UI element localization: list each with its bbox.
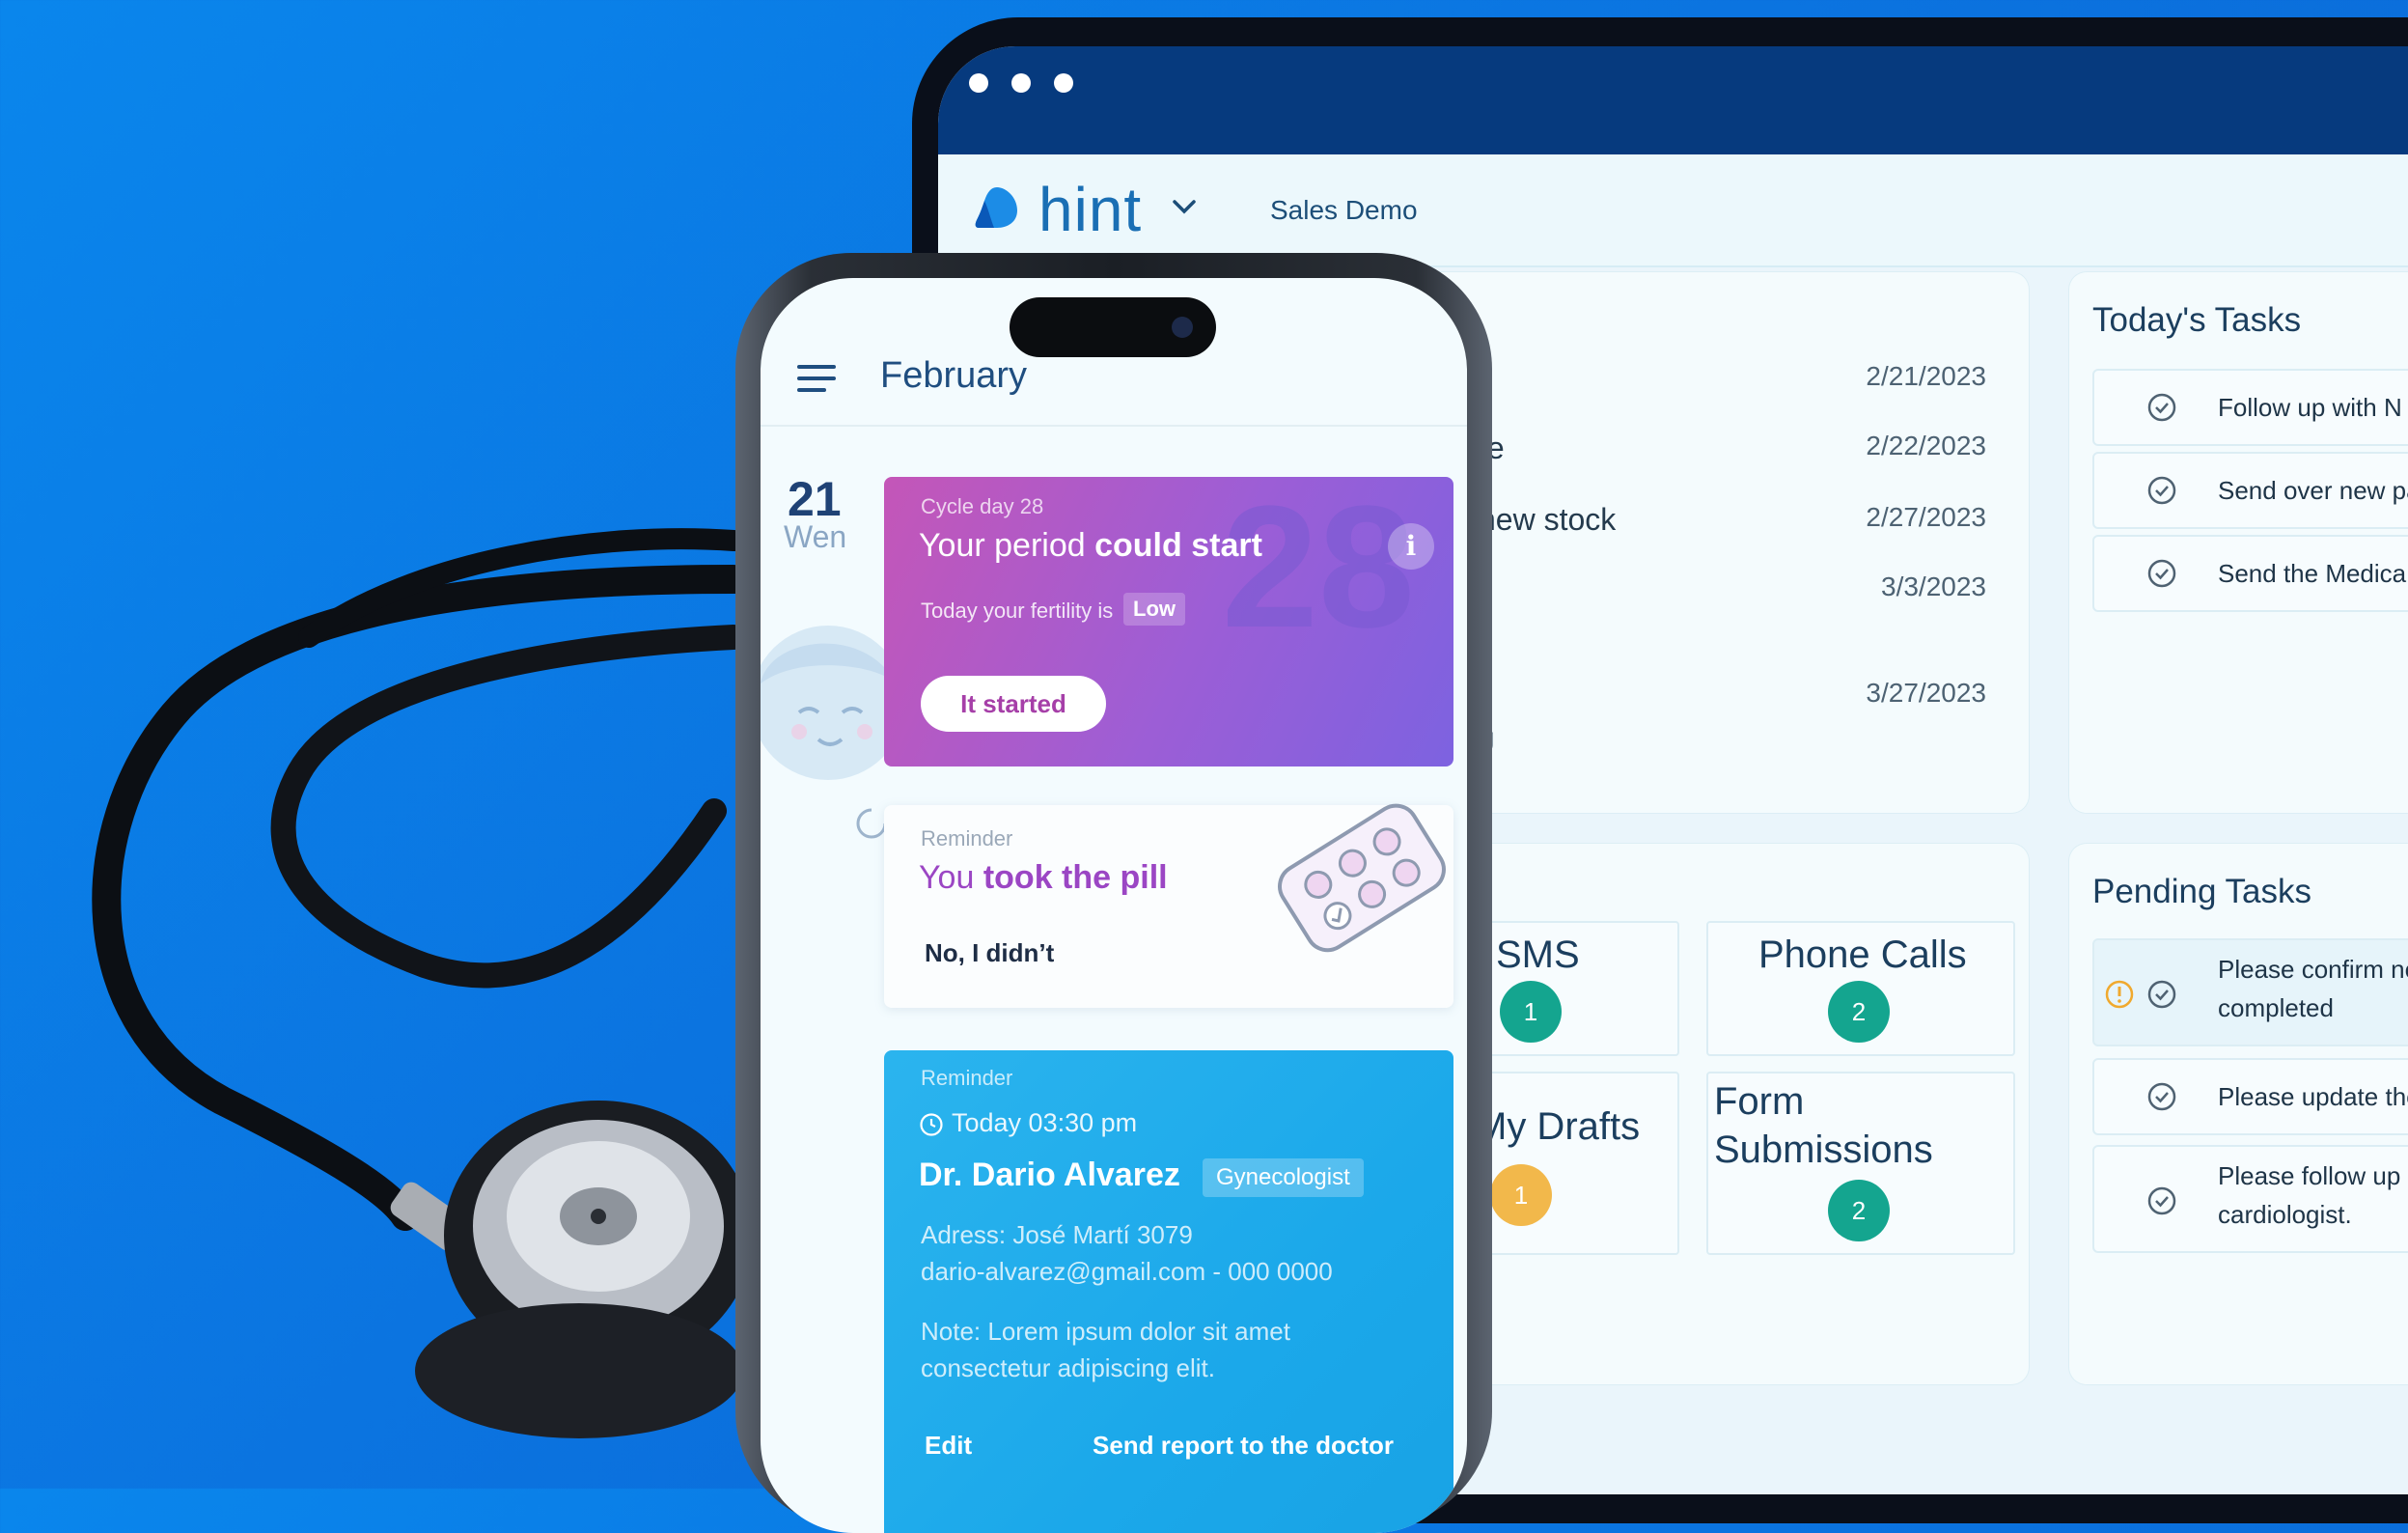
headline-bold: could start xyxy=(1094,527,1262,564)
camera-icon xyxy=(1172,317,1193,338)
doctor-contact[interactable]: dario-alvarez@gmail.com - 000 0000 xyxy=(921,1257,1333,1287)
task-item[interactable]: Please confirm ne completed xyxy=(2092,938,2408,1046)
task-item[interactable]: Please follow up cardiologist. xyxy=(2092,1145,2408,1253)
todays-tasks-panel: Today's Tasks Follow up with N Send over… xyxy=(2069,272,2408,813)
window-dot[interactable] xyxy=(1054,73,1073,93)
period-headline: Your period could start xyxy=(919,527,1262,565)
task-text: Follow up with N xyxy=(2218,393,2402,422)
info-icon[interactable]: i xyxy=(1388,523,1434,570)
hamburger-menu-icon[interactable] xyxy=(795,361,840,396)
list-item-date: 3/3/2023 xyxy=(1881,571,1986,601)
phone-calls-tile[interactable]: Phone Calls 2 xyxy=(1706,921,2015,1056)
phone-screen: February 21 Wen 28 Cycle day 28 Your per… xyxy=(761,278,1467,1533)
period-card[interactable]: 28 Cycle day 28 Your period could start … xyxy=(884,470,1453,766)
count-badge: 2 xyxy=(1828,981,1890,1043)
headline-bold: took the pill xyxy=(983,859,1168,896)
hint-logo-icon[interactable] xyxy=(973,183,1021,232)
reminder-label: Reminder xyxy=(921,1066,1013,1090)
headline-prefix: Your period xyxy=(919,527,1095,564)
task-text: Please follow up cardiologist. xyxy=(2218,1161,2401,1229)
doctor-reminder-card[interactable]: Reminder Today 03:30 pm Dr. Dario Alvare… xyxy=(884,1050,1453,1533)
cycle-day-label: Cycle day 28 xyxy=(921,494,1044,518)
chevron-down-icon[interactable] xyxy=(1172,197,1197,216)
tile-label: SMS xyxy=(1496,934,1580,976)
panel-title: Pending Tasks xyxy=(2092,873,2312,910)
app-header: hint Sales Demo xyxy=(938,154,2408,267)
check-circle-icon[interactable] xyxy=(2146,392,2177,423)
pill-headline: You took the pill xyxy=(919,859,1168,897)
headline-prefix: You xyxy=(919,859,983,896)
doctor-name: Dr. Dario Alvarez xyxy=(919,1157,1180,1193)
note-line: consectetur adipiscing elit. xyxy=(921,1353,1215,1382)
clock-icon xyxy=(920,1113,943,1136)
form-submissions-tile[interactable]: Form Submissions 2 xyxy=(1706,1072,2015,1255)
no-i-didnt-button[interactable]: No, I didn’t xyxy=(925,938,1054,968)
appointment-time: Today 03:30 pm xyxy=(952,1108,1138,1137)
task-text: Send over new pa xyxy=(2218,476,2408,505)
edit-button[interactable]: Edit xyxy=(925,1431,972,1461)
doctor-address: Adress: José Martí 3079 xyxy=(921,1220,1193,1249)
pill-pack-icon xyxy=(1278,803,1446,953)
check-circle-icon[interactable] xyxy=(2146,1081,2177,1112)
fertility-text: Today your fertility is xyxy=(921,599,1114,623)
window-dot[interactable] xyxy=(969,73,988,93)
check-circle-icon[interactable] xyxy=(2146,475,2177,506)
tile-label: Form Submissions xyxy=(1714,1080,1933,1171)
list-item-label: new stock xyxy=(1479,502,1617,537)
it-started-button[interactable]: It started xyxy=(921,676,1106,732)
send-report-button[interactable]: Send report to the doctor xyxy=(1093,1431,1394,1461)
pill-reminder-card[interactable]: Reminder You took the pill No, I didn’t xyxy=(884,803,1453,1008)
task-item[interactable]: Follow up with N xyxy=(2092,369,2408,446)
count-badge: 1 xyxy=(1490,1164,1552,1226)
note-line: Note: Lorem ipsum dolor sit amet xyxy=(921,1317,1290,1346)
warning-icon xyxy=(2105,980,2134,1009)
window-dot[interactable] xyxy=(1011,73,1031,93)
list-item-date: 2/22/2023 xyxy=(1866,431,1986,460)
brand-name[interactable]: hint xyxy=(1038,174,1142,245)
task-item[interactable]: Send the Medica xyxy=(2092,535,2408,612)
task-text: Please confirm ne completed xyxy=(2218,955,2408,1022)
sms-tile[interactable]: SMS 1 xyxy=(1459,921,1679,1056)
browser-titlebar xyxy=(938,46,2408,154)
specialty-badge: Gynecologist xyxy=(1203,1158,1364,1197)
task-text: Please update the xyxy=(2218,1082,2408,1111)
my-drafts-tile[interactable]: My Drafts 1 xyxy=(1459,1072,1679,1255)
cycle-day-watermark: 28 xyxy=(1221,470,1415,664)
month-title[interactable]: February xyxy=(880,355,1027,397)
task-item[interactable]: Please update the xyxy=(2092,1058,2408,1135)
count-badge: 2 xyxy=(1828,1180,1890,1241)
check-circle-icon[interactable] xyxy=(2146,1185,2177,1216)
list-item-date: 2/27/2023 xyxy=(1866,502,1986,532)
tile-label: Phone Calls xyxy=(1758,934,1967,976)
org-name[interactable]: Sales Demo xyxy=(1270,195,1418,226)
count-badge: 1 xyxy=(1500,981,1562,1043)
fertility-level-badge: Low xyxy=(1123,593,1185,626)
list-item-date: 2/21/2023 xyxy=(1866,361,1986,391)
stethoscope-image xyxy=(92,528,753,1438)
list-item-date: 3/27/2023 xyxy=(1866,678,1986,708)
check-circle-icon[interactable] xyxy=(2146,979,2177,1010)
panel-title: Today's Tasks xyxy=(2092,301,2302,339)
tile-label: My Drafts xyxy=(1475,1105,1641,1148)
check-circle-icon[interactable] xyxy=(2146,558,2177,589)
task-item[interactable]: Send over new pa xyxy=(2092,452,2408,529)
pending-tasks-panel: Pending Tasks Please confirm ne complete… xyxy=(2069,844,2408,1384)
divider xyxy=(761,425,1467,427)
day-name: Wen xyxy=(784,519,847,554)
reminder-label: Reminder xyxy=(921,826,1013,850)
task-text: Send the Medica xyxy=(2218,559,2407,588)
